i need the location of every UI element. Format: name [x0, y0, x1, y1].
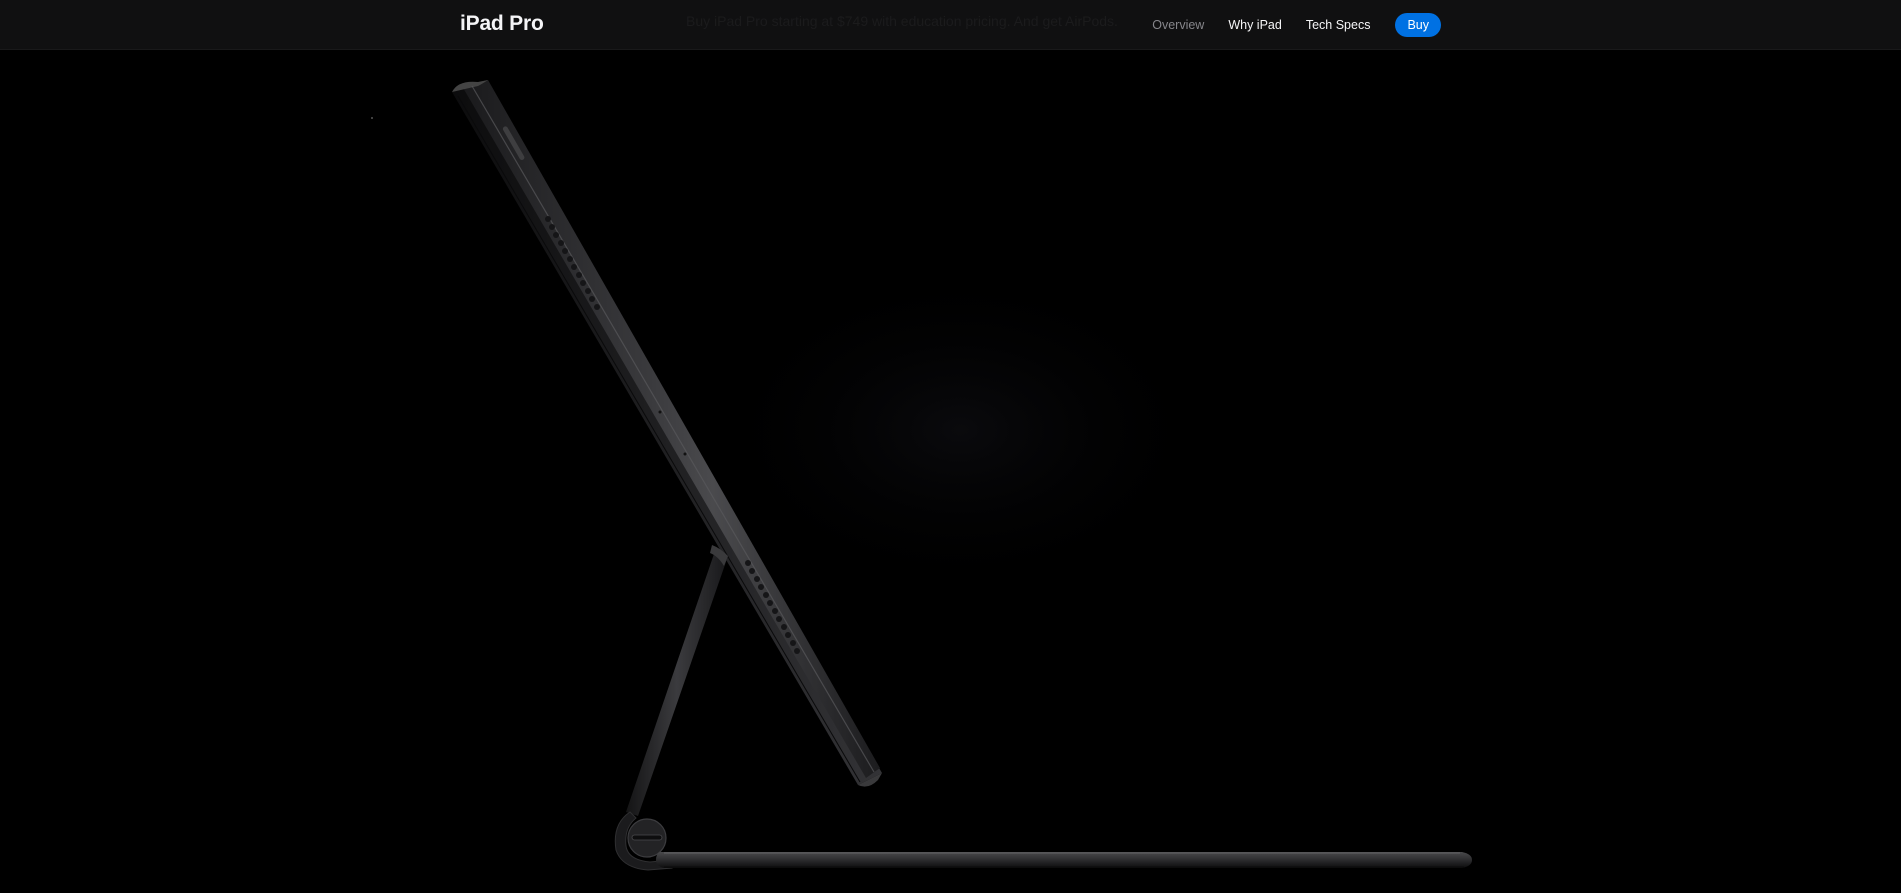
- nav-link-why-ipad[interactable]: Why iPad: [1228, 18, 1282, 32]
- local-nav: iPad Pro Buy iPad Pro starting at $749 w…: [0, 0, 1901, 50]
- ipad-pro-side-view-image: [371, 80, 1472, 871]
- keyboard-arm: [626, 545, 728, 816]
- page: iPad Pro Buy iPad Pro starting at $749 w…: [0, 0, 1901, 893]
- screen-glow: [700, 260, 1220, 600]
- nav-link-tech-specs[interactable]: Tech Specs: [1306, 18, 1371, 32]
- mic-dot: [658, 410, 662, 414]
- speck: [371, 117, 373, 119]
- buy-button[interactable]: Buy: [1395, 12, 1441, 37]
- keyboard-base: [656, 852, 1472, 868]
- nav-link-overview[interactable]: Overview: [1152, 18, 1204, 32]
- hero-section: [0, 0, 1901, 893]
- local-nav-content: iPad Pro Buy iPad Pro starting at $749 w…: [460, 0, 1441, 49]
- product-title-link[interactable]: iPad Pro: [460, 12, 544, 36]
- promo-ribbon-text[interactable]: Buy iPad Pro starting at $749 with educa…: [686, 13, 1118, 29]
- mic-dot: [683, 452, 687, 456]
- local-nav-menu: Overview Why iPad Tech Specs Buy: [1128, 0, 1441, 49]
